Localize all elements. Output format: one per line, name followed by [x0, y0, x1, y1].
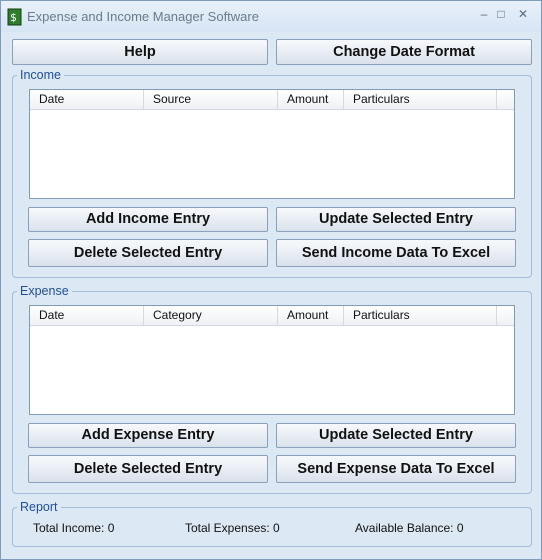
window-title: Expense and Income Manager Software	[27, 9, 259, 24]
expense-col-amount[interactable]: Amount	[278, 306, 344, 325]
update-expense-entry-button[interactable]: Update Selected Entry	[276, 423, 516, 448]
income-col-amount[interactable]: Amount	[278, 90, 344, 109]
app-icon: $	[7, 8, 22, 26]
income-col-particulars[interactable]: Particulars	[344, 90, 497, 109]
expense-col-particulars[interactable]: Particulars	[344, 306, 497, 325]
total-expenses-label: Total Expenses: 0	[185, 521, 280, 535]
add-expense-entry-button[interactable]: Add Expense Entry	[28, 423, 268, 448]
send-income-to-excel-button[interactable]: Send Income Data To Excel	[276, 239, 516, 267]
income-list[interactable]: Date Source Amount Particulars	[29, 89, 515, 199]
expense-list[interactable]: Date Category Amount Particulars	[29, 305, 515, 415]
add-income-entry-button[interactable]: Add Income Entry	[28, 207, 268, 232]
expense-legend: Expense	[17, 284, 72, 298]
total-income-label: Total Income: 0	[33, 521, 115, 535]
report-legend: Report	[17, 500, 61, 514]
close-icon[interactable]: ✕	[514, 7, 532, 21]
expense-col-date[interactable]: Date	[30, 306, 144, 325]
available-balance-label: Available Balance: 0	[355, 521, 464, 535]
expense-list-header: Date Category Amount Particulars	[30, 306, 514, 326]
svg-text:$: $	[10, 11, 17, 24]
expense-col-category[interactable]: Category	[144, 306, 278, 325]
title-bar[interactable]: $ Expense and Income Manager Software – …	[1, 1, 541, 32]
income-col-date[interactable]: Date	[30, 90, 144, 109]
income-col-source[interactable]: Source	[144, 90, 278, 109]
maximize-icon[interactable]: □	[492, 7, 510, 21]
delete-income-entry-button[interactable]: Delete Selected Entry	[28, 239, 268, 267]
minimize-icon[interactable]: –	[475, 7, 493, 21]
send-expense-to-excel-button[interactable]: Send Expense Data To Excel	[276, 455, 516, 483]
income-legend: Income	[17, 68, 64, 82]
change-date-format-button[interactable]: Change Date Format	[276, 39, 532, 65]
delete-expense-entry-button[interactable]: Delete Selected Entry	[28, 455, 268, 483]
update-income-entry-button[interactable]: Update Selected Entry	[276, 207, 516, 232]
income-list-header: Date Source Amount Particulars	[30, 90, 514, 110]
main-window: $ Expense and Income Manager Software – …	[0, 0, 542, 560]
help-button[interactable]: Help	[12, 39, 268, 65]
